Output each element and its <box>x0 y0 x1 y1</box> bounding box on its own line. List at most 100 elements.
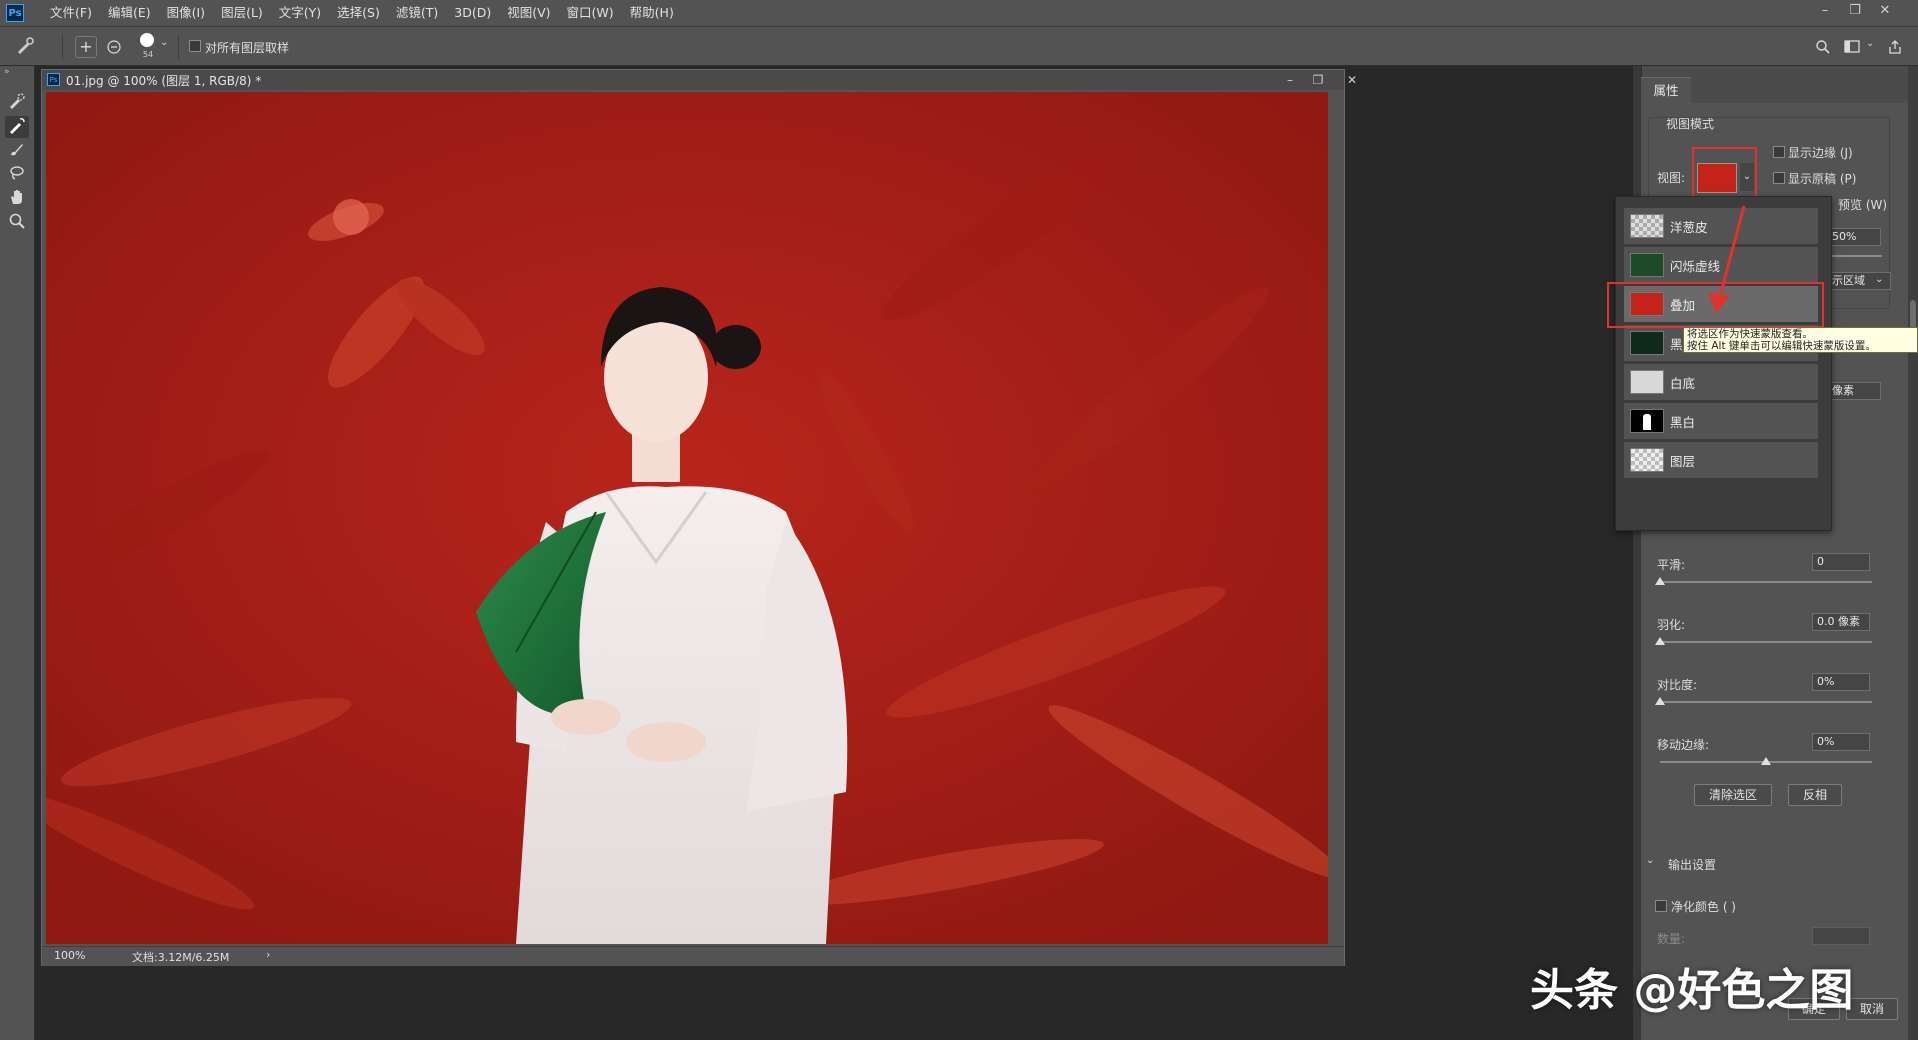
output-settings-label[interactable]: 输出设置 <box>1668 856 1716 873</box>
amount-label: 数量: <box>1657 932 1686 946</box>
add-to-selection-icon[interactable]: + <box>75 36 97 58</box>
show-edge-checkbox[interactable] <box>1773 146 1785 158</box>
tab-properties[interactable]: 属性 <box>1641 77 1691 104</box>
zoom-level[interactable]: 100% <box>54 949 85 962</box>
document-size-info: 文档:3.12M/6.25M <box>132 951 230 964</box>
menu-type[interactable]: 文字(Y) <box>271 0 329 26</box>
photo-overlay-image <box>46 92 1328 944</box>
smooth-slider-thumb[interactable] <box>1655 577 1665 585</box>
subtract-from-selection-icon[interactable] <box>103 36 125 58</box>
menu-edit[interactable]: 编辑(E) <box>100 0 159 26</box>
quick-selection-tool-preset-icon[interactable] <box>14 36 36 58</box>
contrast-label: 对比度: <box>1657 678 1698 692</box>
menu-3d[interactable]: 3D(D) <box>446 0 499 26</box>
menu-select[interactable]: 选择(S) <box>329 0 388 26</box>
status-bar: 100% 文档:3.12M/6.25M › <box>42 946 1344 966</box>
quick-selection-tool-icon[interactable] <box>5 92 29 114</box>
close-button[interactable]: ✕ <box>1870 0 1900 22</box>
view-option-on-white[interactable]: 白底 <box>1624 364 1818 401</box>
feather-label: 羽化: <box>1657 618 1686 632</box>
clear-selection-button[interactable]: 清除选区 <box>1694 784 1772 806</box>
menu-view[interactable]: 视图(V) <box>499 0 558 26</box>
zoom-tool-icon[interactable] <box>5 212 29 234</box>
overlay-tooltip: 将选区作为快速蒙版查看。 按住 Alt 键单击可以编辑快速蒙版设置。 <box>1683 327 1918 353</box>
menu-image[interactable]: 图像(I) <box>159 0 213 26</box>
brush-dropdown-chevron-icon[interactable]: ⌄ <box>160 37 168 48</box>
radius-input[interactable]: 像素 <box>1827 382 1881 400</box>
onion-skin-thumbnail <box>1630 214 1664 238</box>
document-window: Ps 01.jpg @ 100% (图层 1, RGB/8) * – ❐ ✕ 1… <box>41 69 1357 966</box>
smooth-input[interactable]: 0 <box>1812 553 1870 571</box>
brush-preview-icon[interactable] <box>140 33 154 47</box>
tooltip-line-2: 按住 Alt 键单击可以编辑快速蒙版设置。 <box>1687 340 1876 352</box>
marching-ants-thumbnail <box>1630 253 1664 277</box>
workspace-icon[interactable] <box>1842 36 1864 58</box>
view-option-label: 黑白 <box>1670 415 1696 430</box>
contrast-slider-thumb[interactable] <box>1655 697 1665 705</box>
decontaminate-colors-checkbox[interactable] <box>1655 900 1667 912</box>
contrast-input[interactable]: 0% <box>1812 673 1870 691</box>
view-option-label: 白底 <box>1670 376 1696 391</box>
hand-tool-icon[interactable] <box>5 188 29 210</box>
doc-minimize-button[interactable]: – <box>1276 70 1304 90</box>
feather-slider-track[interactable] <box>1660 641 1872 643</box>
view-option-label: 图层 <box>1670 454 1696 469</box>
decontaminate-colors-label: 净化颜色 ( ) <box>1671 900 1736 914</box>
shift-edge-slider-thumb[interactable] <box>1761 757 1771 765</box>
share-icon[interactable] <box>1884 36 1906 58</box>
minimize-button[interactable]: – <box>1810 0 1840 22</box>
view-dropdown-chevron-icon[interactable]: ⌄ <box>1740 163 1754 191</box>
refine-edge-brush-tool-icon[interactable] <box>5 116 29 138</box>
menu-help[interactable]: 帮助(H) <box>622 0 682 26</box>
view-option-black-white[interactable]: 黑白 <box>1624 403 1818 440</box>
feather-input[interactable]: 0.0 像素 <box>1812 613 1870 631</box>
view-mode-thumbnail[interactable] <box>1697 163 1737 193</box>
brush-tool-icon[interactable] <box>5 140 29 162</box>
status-menu-chevron-icon[interactable]: › <box>266 948 270 961</box>
view-option-on-layers[interactable]: 图层 <box>1624 442 1818 479</box>
tooltip-line-1: 将选区作为快速蒙版查看。 <box>1687 328 1813 340</box>
restore-button[interactable]: ❐ <box>1840 0 1870 22</box>
workspace-chevron-down-icon[interactable]: ⌄ <box>1866 38 1874 49</box>
on-black-thumbnail <box>1630 331 1664 355</box>
show-original-label: 显示原稿 (P) <box>1788 172 1857 186</box>
menu-filter[interactable]: 滤镜(T) <box>388 0 446 26</box>
shift-edge-input[interactable]: 0% <box>1812 733 1870 751</box>
opacity-input[interactable]: 50% <box>1827 228 1881 246</box>
opacity-slider-track[interactable] <box>1827 255 1882 257</box>
preview-label: 预览 (W) <box>1838 198 1888 212</box>
menu-bar: Ps 文件(F) 编辑(E) 图像(I) 图层(L) 文字(Y) 选择(S) 滤… <box>0 0 1918 27</box>
search-icon[interactable] <box>1812 36 1834 58</box>
show-original-checkbox[interactable] <box>1773 172 1785 184</box>
smooth-slider-track[interactable] <box>1660 581 1872 583</box>
region-chevron-down-icon[interactable]: ⌄ <box>1875 274 1883 285</box>
view-option-label: 黑 <box>1670 337 1683 352</box>
output-settings-chevron-icon[interactable]: ⌄ <box>1646 855 1654 866</box>
document-tab[interactable]: Ps 01.jpg @ 100% (图层 1, RGB/8) * – ❐ ✕ <box>42 70 1357 90</box>
view-label: 视图: <box>1657 171 1686 185</box>
collapse-toolbar-icon[interactable]: » <box>4 67 10 77</box>
lasso-tool-icon[interactable] <box>5 164 29 186</box>
menu-items: 文件(F) 编辑(E) 图像(I) 图层(L) 文字(Y) 选择(S) 滤镜(T… <box>42 0 682 26</box>
feather-slider-thumb[interactable] <box>1655 637 1665 645</box>
doc-close-button[interactable]: ✕ <box>1342 70 1362 90</box>
menu-window[interactable]: 窗口(W) <box>559 0 622 26</box>
show-edge-label: 显示边缘 (J) <box>1788 146 1853 160</box>
view-mode-section-title: 视图模式 <box>1666 117 1715 131</box>
annotation-arrow-icon <box>1708 205 1746 314</box>
brush-size-value: 54 <box>142 50 154 59</box>
sample-all-layers-checkbox[interactable] <box>189 40 201 52</box>
cancel-button[interactable]: 取消 <box>1846 998 1898 1020</box>
invert-button[interactable]: 反相 <box>1788 784 1842 806</box>
watermark-text: 头条 @好色之图 <box>1530 965 1854 1016</box>
menu-file[interactable]: 文件(F) <box>42 0 100 26</box>
menu-layer[interactable]: 图层(L) <box>213 0 271 26</box>
tools-panel: » <box>0 66 35 1040</box>
panel-scrollbar[interactable] <box>1908 66 1918 1040</box>
image-canvas[interactable] <box>46 92 1328 944</box>
document-title: 01.jpg @ 100% (图层 1, RGB/8) * <box>66 74 262 88</box>
amount-input[interactable] <box>1812 927 1870 945</box>
contrast-slider-track[interactable] <box>1660 701 1872 703</box>
doc-restore-button[interactable]: ❐ <box>1304 70 1332 90</box>
smooth-label: 平滑: <box>1657 558 1686 572</box>
